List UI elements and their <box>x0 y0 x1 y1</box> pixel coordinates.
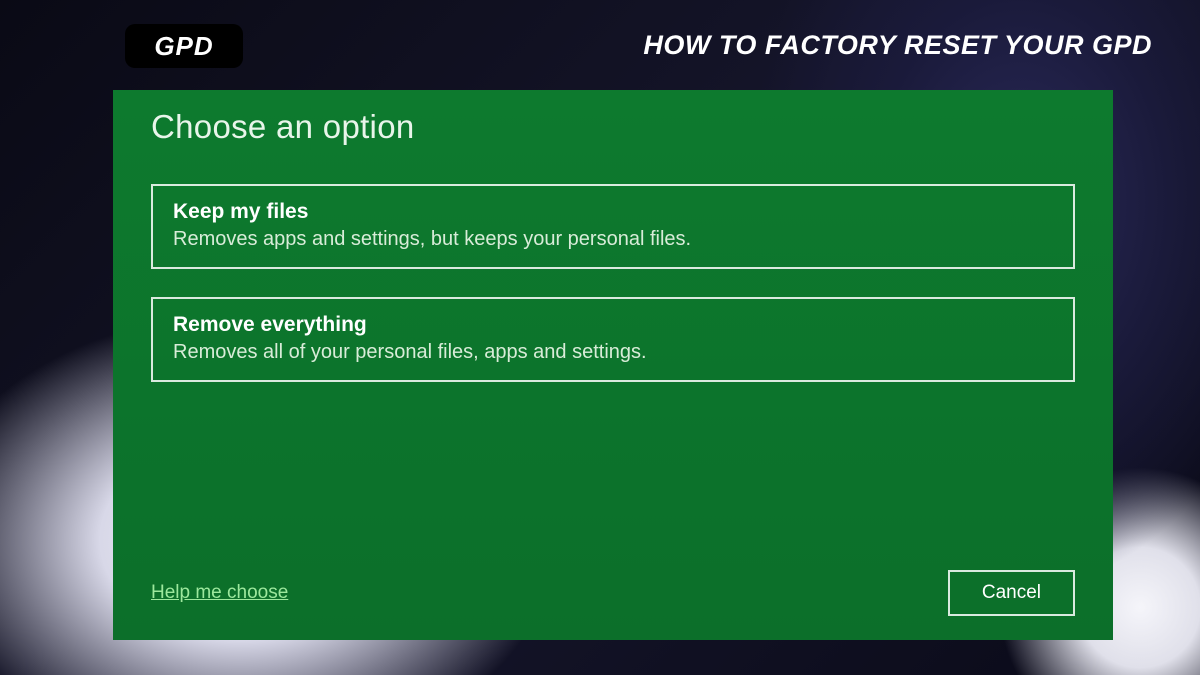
keep-files-option[interactable]: Keep my files Removes apps and settings,… <box>151 184 1075 269</box>
option-description: Removes apps and settings, but keeps you… <box>173 228 1053 251</box>
remove-everything-option[interactable]: Remove everything Removes all of your pe… <box>151 297 1075 382</box>
option-description: Removes all of your personal files, apps… <box>173 341 1053 364</box>
option-title: Keep my files <box>173 200 1053 224</box>
page-title: HOW TO FACTORY RESET YOUR GPD <box>643 30 1152 61</box>
option-title: Remove everything <box>173 313 1053 337</box>
logo-text: GPD <box>154 31 213 62</box>
help-me-choose-link[interactable]: Help me choose <box>151 582 288 604</box>
panel-heading: Choose an option <box>151 108 1075 146</box>
reset-options-panel: Choose an option Keep my files Removes a… <box>113 90 1113 640</box>
gpd-logo: GPD <box>125 24 243 68</box>
cancel-button[interactable]: Cancel <box>948 570 1075 616</box>
panel-footer: Help me choose Cancel <box>151 570 1075 616</box>
